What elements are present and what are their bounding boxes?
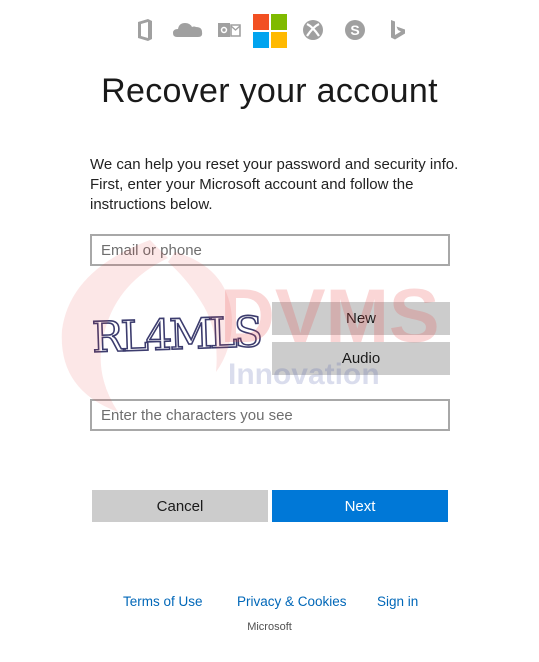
logo-yellow-square — [271, 32, 287, 48]
privacy-cookies-link[interactable]: Privacy & Cookies — [237, 594, 347, 609]
audio-captcha-button[interactable]: Audio — [272, 342, 450, 375]
svg-text:RL4MLS: RL4MLS — [91, 307, 261, 362]
onedrive-icon — [173, 23, 203, 37]
cancel-button[interactable]: Cancel — [92, 490, 268, 522]
email-input[interactable] — [90, 234, 450, 266]
logo-green-square — [271, 14, 287, 30]
page-title: Recover your account — [101, 72, 438, 110]
outlook-icon — [218, 23, 241, 37]
svg-text:S: S — [350, 22, 359, 38]
captcha-image: RL4MLS — [90, 306, 261, 362]
bing-icon — [391, 20, 405, 40]
microsoft-logo — [253, 14, 287, 48]
xbox-icon — [303, 20, 323, 40]
skype-icon: S — [345, 20, 365, 40]
logo-blue-square — [253, 32, 269, 48]
intro-text: We can help you reset your password and … — [90, 156, 459, 213]
product-bar: S — [0, 14, 539, 48]
office-icon — [138, 19, 152, 41]
logo-red-square — [253, 14, 269, 30]
captcha-input[interactable] — [90, 399, 450, 431]
new-captcha-button[interactable]: New — [272, 302, 450, 335]
sign-in-link[interactable]: Sign in — [377, 594, 418, 609]
terms-of-use-link[interactable]: Terms of Use — [123, 594, 203, 609]
next-button[interactable]: Next — [272, 490, 448, 522]
footer-brand: Microsoft — [247, 621, 292, 633]
